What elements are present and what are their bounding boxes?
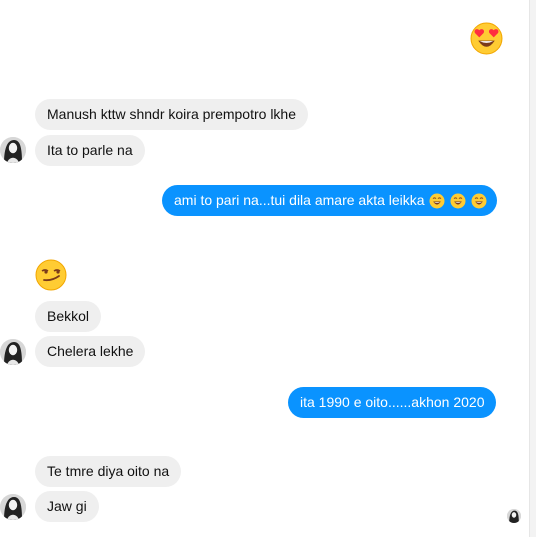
contact-avatar[interactable] bbox=[0, 339, 26, 365]
scrollbar-track[interactable] bbox=[529, 0, 536, 537]
contact-avatar[interactable] bbox=[0, 137, 26, 163]
avatar-photo-icon bbox=[507, 509, 521, 523]
message-thread: Manush kttw shndr koira prempotro lkhe I… bbox=[0, 0, 530, 537]
message-text: ami to pari na...tui dila amare akta lei… bbox=[174, 192, 425, 208]
incoming-message-bubble[interactable]: Jaw gi bbox=[35, 491, 99, 522]
incoming-message-bubble[interactable]: Te tmre diya oito na bbox=[35, 456, 182, 487]
avatar-photo-icon bbox=[0, 494, 26, 520]
outgoing-message-bubble[interactable]: ami to pari na...tui dila amare akta lei… bbox=[162, 185, 498, 216]
incoming-message-bubble[interactable]: Chelera lekhe bbox=[35, 336, 146, 367]
outgoing-message-bubble[interactable]: ita 1990 e oito......akhon 2020 bbox=[288, 387, 497, 418]
seen-receipt-avatar bbox=[507, 509, 521, 523]
contact-avatar[interactable] bbox=[0, 494, 26, 520]
avatar-photo-icon bbox=[0, 339, 26, 365]
smirk-emoji bbox=[35, 259, 67, 291]
incoming-message-bubble[interactable]: Manush kttw shndr koira prempotro lkhe bbox=[35, 99, 308, 130]
grinning-sweat-emoji bbox=[471, 193, 487, 209]
incoming-message-bubble[interactable]: Bekkol bbox=[35, 301, 102, 332]
grinning-sweat-emoji bbox=[429, 193, 445, 209]
avatar-photo-icon bbox=[0, 137, 26, 163]
incoming-message-bubble[interactable]: Ita to parle na bbox=[35, 135, 145, 166]
heart-eyes-emoji bbox=[470, 22, 503, 55]
grinning-sweat-emoji bbox=[450, 193, 466, 209]
